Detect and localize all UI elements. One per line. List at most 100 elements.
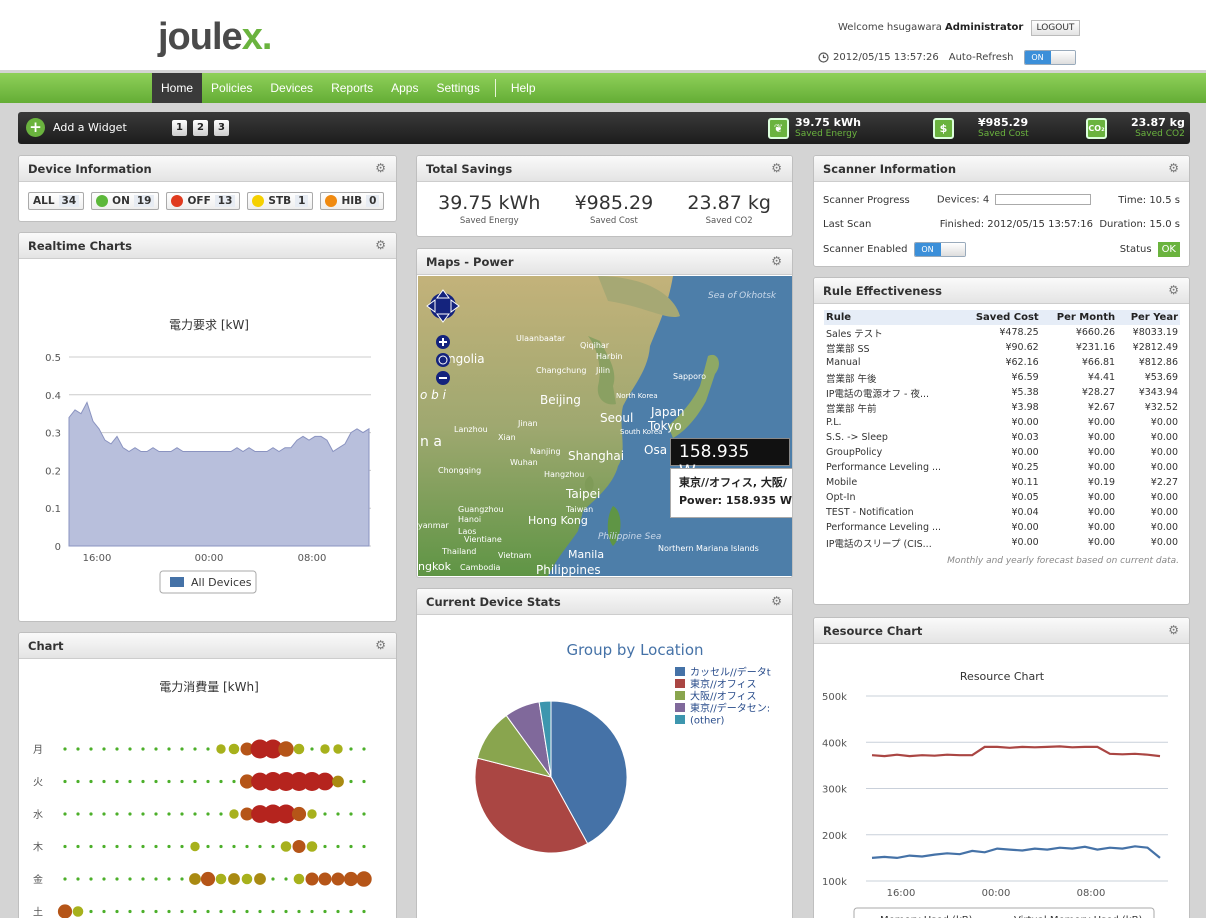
bubble-point [284,877,288,881]
table-row[interactable]: Manual ¥62.16 ¥66.81 ¥812.86 [824,355,1180,370]
last-scan-finished: Finished: 2012/05/15 13:57:16 [939,218,1093,230]
legend-swatch [675,703,685,712]
bubble-point [115,909,119,914]
scanner-progress-row: Scanner Progress Devices: 4 Time: 10.5 s [814,188,1189,212]
legend-label[interactable]: 東京//オフィス [690,678,757,691]
column-header[interactable]: Rule [824,310,959,325]
gear-icon[interactable]: ⚙ [1168,161,1179,175]
legend-label[interactable]: 大阪//オフィス [690,690,757,703]
x-tick-label: 16:00 [887,888,916,899]
map-label: yanmar [418,521,449,530]
chip-on[interactable]: ON 19 [91,192,160,210]
globe-icon[interactable] [436,353,450,367]
gear-icon[interactable]: ⚙ [1168,623,1179,637]
legend-label[interactable]: (other) [690,716,725,727]
zoom-out-icon[interactable] [436,371,450,385]
map-label: Jinan [517,419,538,428]
auto-refresh-toggle[interactable]: ON [1023,50,1076,65]
bubble-point [63,844,67,849]
nav-policies[interactable]: Policies [202,73,261,103]
chip-all[interactable]: ALL 34 [28,192,85,210]
nav-devices[interactable]: Devices [261,73,322,103]
chip-off[interactable]: OFF 13 [166,192,241,210]
table-cell: ¥0.00 [1150,492,1178,503]
chip-hib[interactable]: HIB 0 [320,192,385,210]
stat-saved-co2: CO₂ 23.87 kg Saved CO2 [1086,116,1185,140]
legend-all-devices[interactable]: All Devices [159,570,257,594]
gear-icon[interactable]: ⚙ [375,161,386,175]
table-cell: ¥0.00 [1087,507,1116,518]
gear-icon[interactable]: ⚙ [771,254,782,268]
nav-settings[interactable]: Settings [427,73,488,103]
panel-title: Resource Chart [823,624,923,638]
x-tick-label: 08:00 [1077,888,1106,899]
total-savings-panel: Total Savings ⚙ 39.75 kWh Saved Energy ¥98… [416,155,793,237]
nav-apps[interactable]: Apps [382,73,427,103]
bubble-point [297,909,301,914]
table-row[interactable]: IP電話のスリープ (CIS... ¥0.00 ¥0.00 ¥0.00 [824,535,1180,550]
table-row[interactable]: 営業部 SS ¥90.62 ¥231.16 ¥2812.49 [824,340,1180,355]
table-cell: ¥28.27 [1081,387,1116,398]
table-row[interactable]: Opt-In ¥0.05 ¥0.00 ¥0.00 [824,490,1180,505]
nav-help[interactable]: Help [502,73,545,103]
map-label: Japan [650,405,684,419]
logout-button[interactable]: LOGOUT [1030,20,1081,36]
table-row[interactable]: Mobile ¥0.11 ¥0.19 ¥2.27 [824,475,1180,490]
table-row[interactable]: TEST - Notification ¥0.04 ¥0.00 ¥0.00 [824,505,1180,520]
table-row[interactable]: Performance Leveling ... ¥0.00 ¥0.00 ¥0.00 [824,520,1180,535]
map-canvas: Sea of Okhotsk Ulaanbaatar Qiqihar Harbi… [418,276,792,576]
table-row[interactable]: GroupPolicy ¥0.00 ¥0.00 ¥0.00 [824,445,1180,460]
table-cell: IP電話の電源オフ - 夜... [826,388,930,400]
nav-home[interactable]: Home [152,73,203,103]
column-header[interactable]: Per Month [1040,310,1118,325]
scanner-enabled-row: Scanner Enabled ON Status OK [814,236,1189,262]
joulex-logo[interactable]: joulex. [158,16,272,59]
legend-swatch [675,691,685,700]
legend-label[interactable]: 東京//データセン: [690,702,770,715]
page-1-button[interactable]: 1 [172,120,187,136]
gear-icon[interactable]: ⚙ [771,161,782,175]
legend-label[interactable]: カッセル//データt [690,666,771,679]
gear-icon[interactable]: ⚙ [771,594,782,608]
table-row[interactable]: S.S. -> Sleep ¥0.03 ¥0.00 ¥0.00 [824,430,1180,445]
bubble-point [323,812,327,816]
table-row[interactable]: Sales テスト ¥478.25 ¥660.26 ¥8033.19 [824,325,1180,340]
bubble-point [89,812,93,816]
table-cell: Sales テスト [826,328,883,340]
gear-icon[interactable]: ⚙ [1168,283,1179,297]
page-2-button[interactable]: 2 [193,120,208,136]
rule-table: Rule Saved Cost Per Month Per Year Sales… [824,310,1180,550]
table-row[interactable]: 営業部 午後 ¥6.59 ¥4.41 ¥53.69 [824,370,1180,385]
bubble-point [190,841,200,852]
bubble-point [219,779,223,784]
power-map[interactable]: Sea of Okhotsk Ulaanbaatar Qiqihar Harbi… [418,276,792,576]
chip-label: ALL [33,195,55,207]
zoom-in-icon[interactable] [436,335,450,349]
table-row[interactable]: IP電話の電源オフ - 夜... ¥5.38 ¥28.27 ¥343.94 [824,385,1180,400]
table-row[interactable]: P.L. ¥0.00 ¥0.00 ¥0.00 [824,415,1180,430]
nav-reports[interactable]: Reports [322,73,382,103]
table-cell: S.S. -> Sleep [826,432,888,443]
gear-icon[interactable]: ⚙ [375,638,386,652]
table-cell: ¥5.38 [1011,387,1039,398]
column-header[interactable]: Saved Cost [958,310,1041,325]
column-header[interactable]: Per Year [1117,310,1180,325]
table-row[interactable]: 営業部 午前 ¥3.98 ¥2.67 ¥32.52 [824,400,1180,415]
add-widget-button[interactable]: + Add a Widget [26,118,127,137]
bubble-point [219,812,223,816]
panel-title: Current Device Stats [426,595,561,609]
page-3-button[interactable]: 3 [214,120,229,136]
bubble-point [115,844,119,849]
chip-stb[interactable]: STB 1 [247,192,314,210]
table-row[interactable]: Performance Leveling ... ¥0.25 ¥0.00 ¥0.00 [824,460,1180,475]
gear-icon[interactable]: ⚙ [375,238,386,252]
bubble-point [102,844,106,849]
bubble-point [154,844,158,849]
current-device-stats-panel: Current Device Stats ⚙ Group by Location … [416,588,793,918]
chip-count: 34 [58,195,80,207]
pan-arrows-icon[interactable] [426,289,460,323]
scanner-enabled-toggle[interactable]: ON [913,241,966,257]
bubble-point [102,779,106,784]
bubble-point [167,779,171,784]
chip-label: OFF [187,195,211,207]
